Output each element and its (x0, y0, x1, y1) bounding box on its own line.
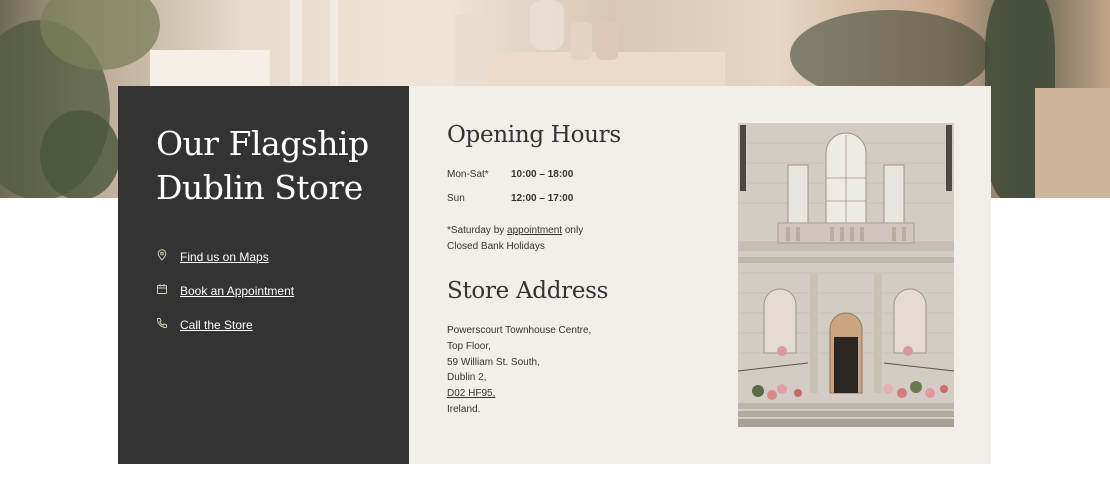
address-country: Ireland. (447, 403, 481, 415)
hours-day: Mon-Sat* (447, 169, 489, 180)
note-suffix: only (562, 225, 584, 236)
phone-icon (156, 317, 168, 332)
appointment-link[interactable]: appointment (507, 225, 562, 236)
address-line: 59 William St. South, (447, 356, 540, 368)
address-line: Top Floor, (447, 340, 491, 352)
store-title: Our Flagship Dublin Store (156, 124, 369, 207)
find-on-maps-label[interactable]: Find us on Maps (180, 250, 269, 264)
note-prefix: *Saturday by (447, 225, 508, 236)
hours-time: 10:00 – 18:00 (511, 169, 574, 180)
store-details-panel: Opening Hours Mon-Sat* 10:00 – 18:00 Sun… (409, 86, 991, 464)
hours-day: Sun (447, 193, 465, 204)
closed-note: Closed Bank Holidays (447, 241, 545, 252)
find-on-maps-link[interactable]: Find us on Maps (156, 249, 269, 264)
book-appointment-label[interactable]: Book an Appointment (180, 284, 294, 298)
map-pin-icon (156, 249, 168, 264)
address-line: Dublin 2, (447, 372, 487, 384)
call-store-label[interactable]: Call the Store (180, 318, 253, 332)
hours-time: 12:00 – 17:00 (511, 193, 574, 204)
hours-row: Sun 12:00 – 17:00 (447, 193, 573, 204)
store-info-panel: Our Flagship Dublin Store Find us on Map… (118, 86, 409, 464)
store-address: Powerscourt Townhouse Centre, Top Floor,… (447, 323, 591, 418)
address-line: Powerscourt Townhouse Centre, (447, 325, 592, 336)
opening-hours-title: Opening Hours (447, 122, 621, 148)
eircode-link[interactable]: D02 HF95, (447, 386, 591, 402)
store-address-title: Store Address (447, 278, 609, 304)
book-appointment-link[interactable]: Book an Appointment (156, 283, 294, 298)
storefront-photo (738, 123, 954, 427)
calendar-icon (156, 283, 168, 298)
hours-row: Mon-Sat* 10:00 – 18:00 (447, 169, 573, 180)
call-store-link[interactable]: Call the Store (156, 317, 253, 332)
hours-note: *Saturday by appointment only Closed Ban… (447, 223, 583, 255)
